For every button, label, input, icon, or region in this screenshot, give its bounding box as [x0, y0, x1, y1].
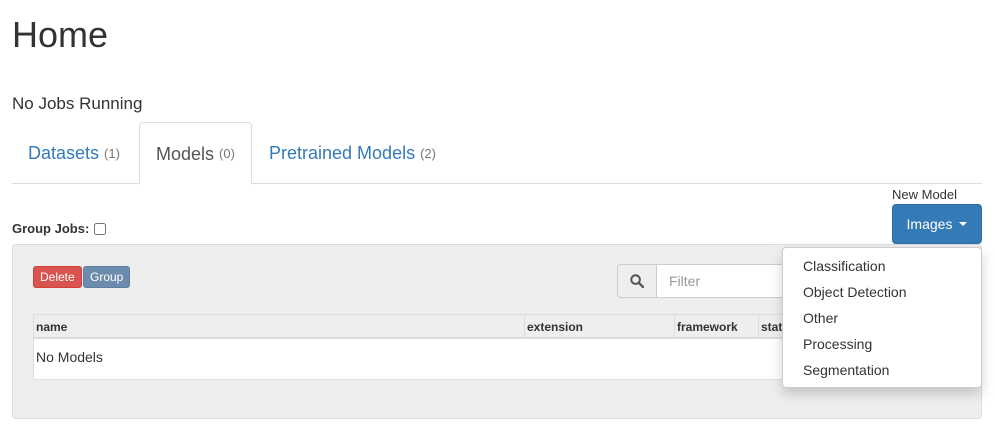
tab-pretrained-models-count: (2) — [420, 145, 436, 161]
group-jobs: Group Jobs: — [12, 221, 107, 236]
jobs-status: No Jobs Running — [12, 94, 143, 113]
menu-item-classification[interactable]: Classification — [783, 253, 981, 279]
page-title: Home — [12, 14, 109, 55]
group-button[interactable]: Group — [83, 266, 131, 288]
menu-item-object-detection[interactable]: Object Detection — [783, 279, 981, 305]
empty-table-message: No Models — [36, 349, 103, 365]
images-button-label: Images — [906, 216, 953, 232]
tab-models-label: Models — [156, 143, 215, 164]
tab-pretrained-models[interactable]: Pretrained Models (2) — [253, 122, 452, 184]
new-model-label: New Model — [892, 187, 958, 202]
tab-pretrained-models-label: Pretrained Models — [269, 143, 416, 163]
tabs-bar: Datasets (1) Models (0) Pretrained Model… — [12, 122, 982, 185]
column-header-framework[interactable]: framework — [675, 315, 759, 339]
tab-datasets-label: Datasets — [28, 143, 100, 163]
search-icon — [630, 274, 644, 288]
menu-item-processing[interactable]: Processing — [783, 331, 981, 357]
menu-item-other[interactable]: Other — [783, 305, 981, 331]
images-dropdown-button[interactable]: Images — [892, 204, 982, 244]
tab-models[interactable]: Models (0) — [139, 122, 252, 185]
menu-item-segmentation[interactable]: Segmentation — [783, 357, 981, 383]
column-header-extension[interactable]: extension — [525, 315, 675, 339]
column-header-name[interactable]: name — [34, 315, 525, 339]
caret-down-icon — [959, 222, 968, 226]
tab-datasets-count: (1) — [104, 145, 120, 161]
tab-models-count: (0) — [219, 146, 235, 161]
search-addon — [617, 264, 657, 298]
tab-datasets[interactable]: Datasets (1) — [12, 122, 136, 184]
group-jobs-checkbox[interactable] — [94, 222, 107, 235]
group-jobs-label: Group Jobs: — [12, 221, 90, 236]
delete-button[interactable]: Delete — [33, 266, 82, 288]
images-dropdown-menu: Classification Object Detection Other Pr… — [782, 247, 982, 388]
